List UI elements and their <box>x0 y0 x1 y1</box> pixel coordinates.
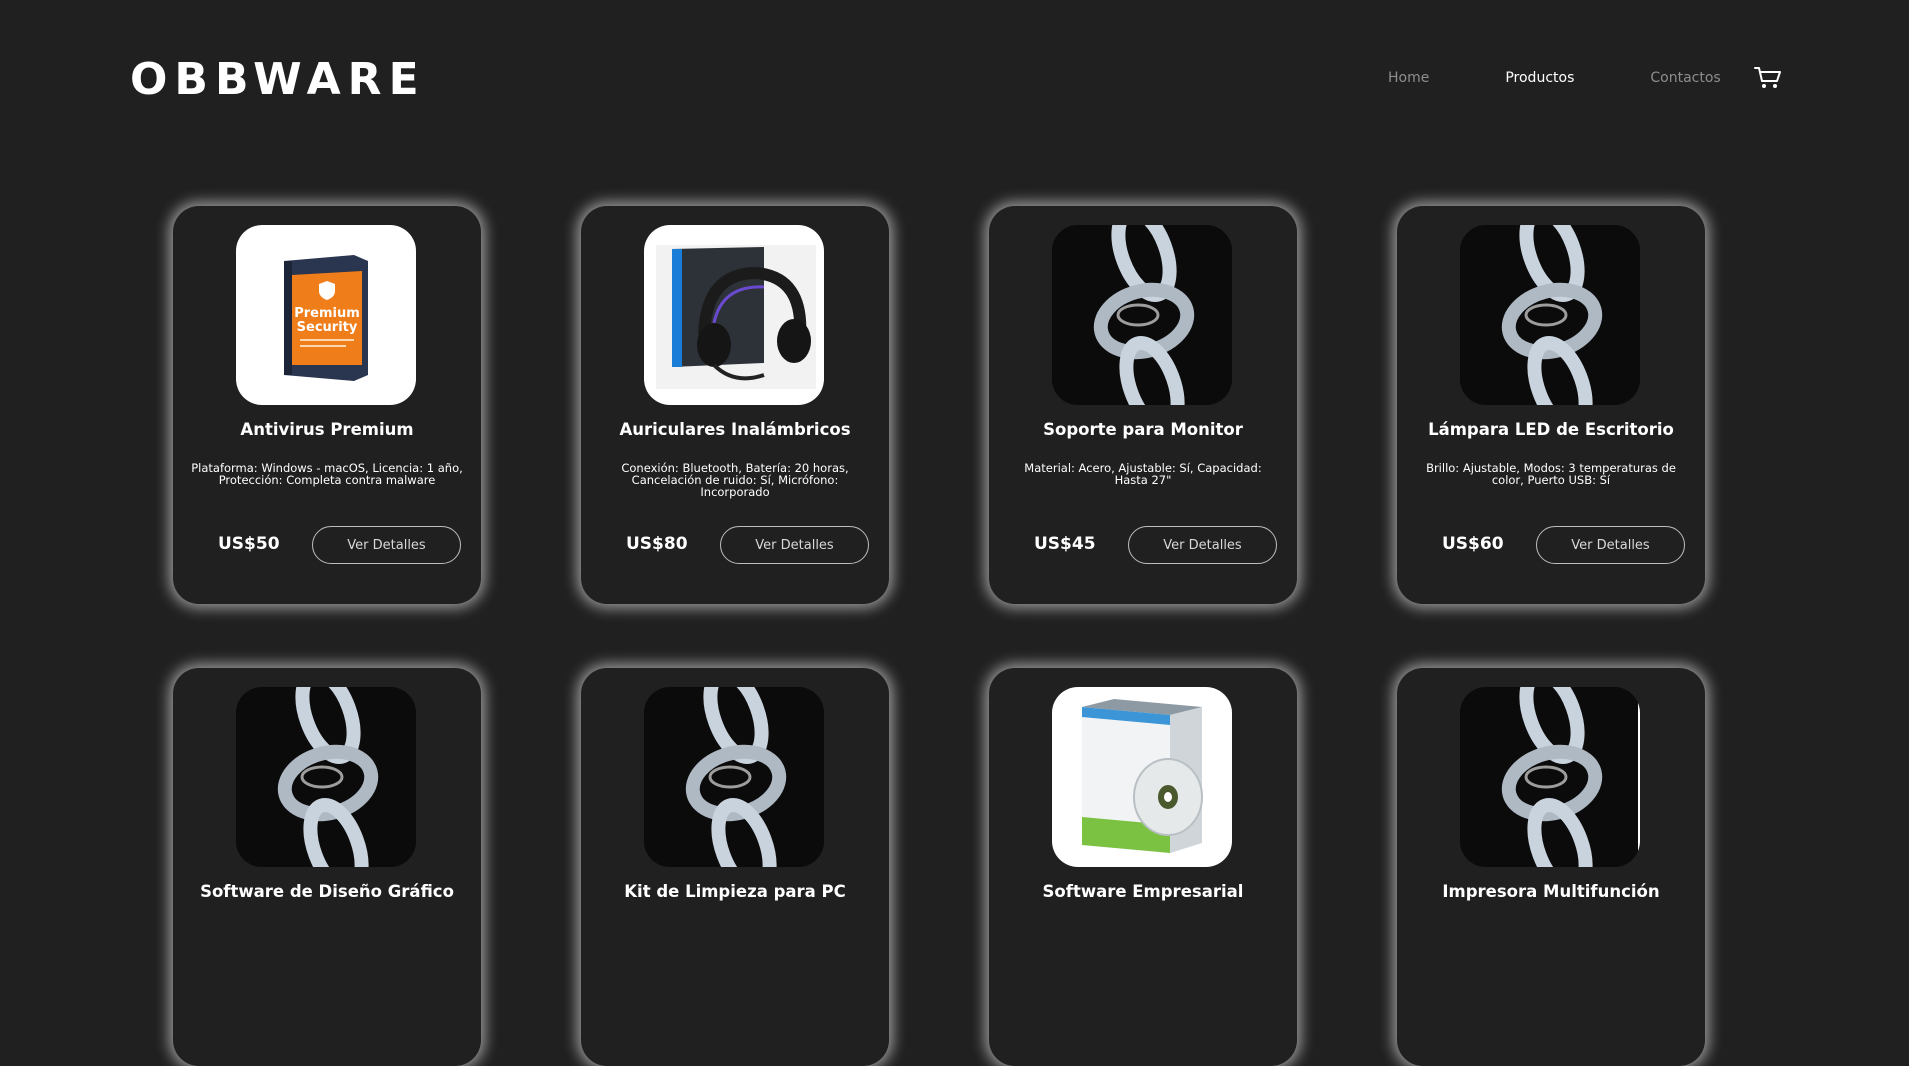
product-image-headphones <box>644 225 824 405</box>
ver-detalles-button[interactable]: Ver Detalles <box>1128 526 1277 564</box>
product-grid: Premium Security Antivirus Premium Plata… <box>173 206 1705 1066</box>
nav-home[interactable]: Home <box>1388 70 1429 86</box>
product-title: Auriculares Inalámbricos <box>619 420 851 439</box>
product-card: Lámpara LED de Escritorio Brillo: Ajusta… <box>1397 206 1705 604</box>
product-card: Premium Security Antivirus Premium Plata… <box>173 206 481 604</box>
product-image-chain <box>1460 687 1640 867</box>
site-logo[interactable]: OBBWARE <box>130 58 426 102</box>
product-image-chain <box>236 687 416 867</box>
product-price: US$45 <box>1034 534 1096 554</box>
ver-detalles-button[interactable]: Ver Detalles <box>312 526 461 564</box>
product-title: Software Empresarial <box>1042 882 1244 901</box>
svg-text:Premium: Premium <box>294 306 360 321</box>
ver-detalles-button[interactable]: Ver Detalles <box>720 526 869 564</box>
product-title: Lámpara LED de Escritorio <box>1428 420 1674 439</box>
product-price: US$60 <box>1442 534 1504 554</box>
product-title: Soporte para Monitor <box>1043 420 1243 439</box>
product-title: Antivirus Premium <box>240 420 414 439</box>
ver-detalles-button[interactable]: Ver Detalles <box>1536 526 1685 564</box>
nav-productos[interactable]: Productos <box>1505 70 1574 86</box>
nav-contactos[interactable]: Contactos <box>1650 70 1720 86</box>
product-card: Software Empresarial <box>989 668 1297 1066</box>
product-description: Plataforma: Windows - macOS, Licencia: 1… <box>191 461 463 487</box>
product-title: Kit de Limpieza para PC <box>624 882 846 901</box>
product-description: Material: Acero, Ajustable: Sí, Capacida… <box>1024 461 1262 487</box>
product-title: Software de Diseño Gráfico <box>200 882 454 901</box>
product-price: US$50 <box>218 534 280 554</box>
product-image-antivirus: Premium Security <box>236 225 416 405</box>
main-nav: Home Productos Contactos <box>1388 70 1797 86</box>
product-description: Conexión: Bluetooth, Batería: 20 horas, … <box>621 461 849 499</box>
site-header: OBBWARE Home Productos Contactos <box>0 0 1909 160</box>
product-card: Software de Diseño Gráfico <box>173 668 481 1066</box>
product-image-chain <box>1460 225 1640 405</box>
product-price: US$80 <box>626 534 688 554</box>
product-image-chain <box>1052 225 1232 405</box>
svg-text:Security: Security <box>297 320 358 335</box>
product-title: Impresora Multifunción <box>1442 882 1660 901</box>
product-image-chain <box>644 687 824 867</box>
product-card: Impresora Multifunción <box>1397 668 1705 1066</box>
product-card: Soporte para Monitor Material: Acero, Aj… <box>989 206 1297 604</box>
product-card: Kit de Limpieza para PC <box>581 668 889 1066</box>
cart-icon[interactable] <box>1754 66 1782 90</box>
product-description: Brillo: Ajustable, Modos: 3 temperaturas… <box>1426 461 1676 487</box>
product-image-software-box <box>1052 687 1232 867</box>
product-card: Auriculares Inalámbricos Conexión: Bluet… <box>581 206 889 604</box>
